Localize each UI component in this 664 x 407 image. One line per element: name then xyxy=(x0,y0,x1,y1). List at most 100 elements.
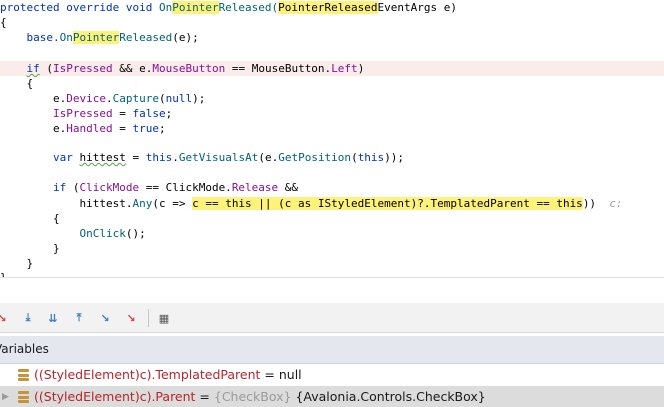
code-token: if xyxy=(26,62,40,75)
variable-name: ((StyledElement)c).Parent xyxy=(34,389,196,404)
code-line-8: IsPressed = false; xyxy=(0,106,664,121)
code-token: (); xyxy=(125,227,146,240)
debug-toolbar: ↘ ⤓ ⇊ ⤒ ↘ ↘ ▦ xyxy=(0,303,664,333)
code-token: ClickMode xyxy=(79,181,140,194)
code-token: Release xyxy=(231,181,279,194)
code-token: ; xyxy=(158,122,166,135)
force-step-into-icon[interactable]: ⇊ xyxy=(45,310,61,326)
code-token: )) xyxy=(582,197,610,210)
code-token: IsPressed xyxy=(52,107,113,120)
code-token: Handled xyxy=(66,122,113,135)
field-icon xyxy=(18,391,29,403)
code-token: Released xyxy=(119,31,173,44)
code-token: Device xyxy=(66,92,106,105)
code-token: e. xyxy=(0,92,67,105)
code-token: Left xyxy=(331,62,358,75)
code-line-15: { xyxy=(0,212,60,225)
code-token: Any xyxy=(132,197,153,210)
code-token: . xyxy=(105,92,113,105)
code-line-14: hittest.Any(c => c == this || (c as ISty… xyxy=(0,196,664,211)
code-token: PointerReleased xyxy=(278,1,378,14)
code-token: ); xyxy=(192,92,206,105)
code-line-19: } xyxy=(0,270,664,277)
code-token: GetPosition xyxy=(278,151,352,164)
panel-title: Variables xyxy=(0,342,49,356)
code-token: e. xyxy=(0,122,67,135)
toolbar-separator xyxy=(148,309,149,327)
code-token: hittest. xyxy=(0,197,133,210)
code-token: && e. xyxy=(112,62,153,75)
code-line-18: } xyxy=(0,257,34,270)
code-token: c: xyxy=(609,197,623,210)
variables-panel-header: Variables xyxy=(0,336,664,364)
variable-value: {Avalonia.Controls.CheckBox} xyxy=(295,389,486,404)
code-token: var xyxy=(52,151,73,164)
code-line-5: if (IsPressed && e.MouseButton == MouseB… xyxy=(0,61,664,76)
code-line-3: base.OnPointerReleased(e); xyxy=(0,30,664,45)
code-line-13: if (ClickMode == ClickMode.Release && xyxy=(0,180,664,195)
code-token: && xyxy=(278,181,299,194)
code-token: = xyxy=(112,107,133,120)
step-over-icon[interactable]: ↘ xyxy=(0,310,10,326)
code-token: this xyxy=(357,151,385,164)
code-token: Pointer xyxy=(172,1,219,14)
editor-bottom-gap xyxy=(0,277,664,302)
variable-name: ((StyledElement)c).TemplatedParent xyxy=(34,367,261,382)
field-icon xyxy=(18,369,29,381)
code-line-9: e.Handled = true; xyxy=(0,121,664,136)
code-token: false xyxy=(132,107,166,120)
code-token: ( xyxy=(66,181,80,194)
code-token: ( xyxy=(39,62,53,75)
code-token: On xyxy=(158,1,173,14)
expand-arrow-icon[interactable]: ▶ xyxy=(2,386,12,407)
evaluate-expression-icon[interactable]: ▦ xyxy=(156,310,172,326)
code-token: )); xyxy=(384,151,405,164)
code-token: == MouseButton. xyxy=(225,62,332,75)
code-line-11: var hittest = this.GetVisualsAt(e.GetPos… xyxy=(0,150,664,165)
code-token: ( xyxy=(351,151,358,164)
code-token: = xyxy=(125,151,146,164)
code-token: . xyxy=(172,151,179,164)
variable-row[interactable]: ((StyledElement)c).TemplatedParent = nul… xyxy=(0,364,664,386)
code-token: == ClickMode. xyxy=(139,181,232,194)
variable-text: ((StyledElement)c).Parent = {CheckBox} {… xyxy=(34,386,486,407)
variable-text: ((StyledElement)c).TemplatedParent = nul… xyxy=(34,364,302,386)
code-token: IsPressed xyxy=(53,62,113,75)
code-token: Released( xyxy=(218,1,279,14)
code-token: Pointer xyxy=(72,31,120,44)
step-out-icon[interactable]: ⤒ xyxy=(71,310,87,326)
code-token: ) xyxy=(357,62,365,75)
code-token: base. xyxy=(0,31,60,44)
code-token: true xyxy=(132,122,159,135)
code-token: ; xyxy=(165,107,173,120)
code-line-16: OnClick(); xyxy=(0,226,664,241)
code-token: this xyxy=(145,151,173,164)
variable-row[interactable]: ▶ ((StyledElement)c).Parent = {CheckBox}… xyxy=(0,386,664,407)
code-line-7: e.Device.Capture(null); xyxy=(0,91,664,106)
code-token: On xyxy=(59,31,73,44)
code-token: ( xyxy=(158,92,166,105)
code-token: if xyxy=(52,181,67,194)
code-line-2: { xyxy=(0,16,7,29)
code-token: GetVisualsAt xyxy=(178,151,259,164)
code-token: MouseButton xyxy=(152,62,226,75)
code-token: (e); xyxy=(172,31,199,44)
variable-op: = xyxy=(195,389,214,404)
run-to-cursor-icon[interactable]: ↘ xyxy=(97,310,113,326)
step-into-icon[interactable]: ⤓ xyxy=(20,310,36,326)
code-token: (e. xyxy=(258,151,279,164)
code-editor[interactable]: protected override void OnPointerRelease… xyxy=(0,0,664,277)
force-run-to-cursor-icon[interactable]: ↘ xyxy=(123,310,139,326)
code-token: = xyxy=(112,122,133,135)
code-token: hittest xyxy=(79,151,126,164)
code-token: EventArgs e) xyxy=(377,1,457,14)
code-token: Capture xyxy=(112,92,159,105)
code-token: c == this || (c as IStyledElement)?.Temp… xyxy=(192,197,583,210)
code-line-6: { xyxy=(0,77,34,90)
code-line-1: protected override void OnPointerRelease… xyxy=(0,0,664,15)
